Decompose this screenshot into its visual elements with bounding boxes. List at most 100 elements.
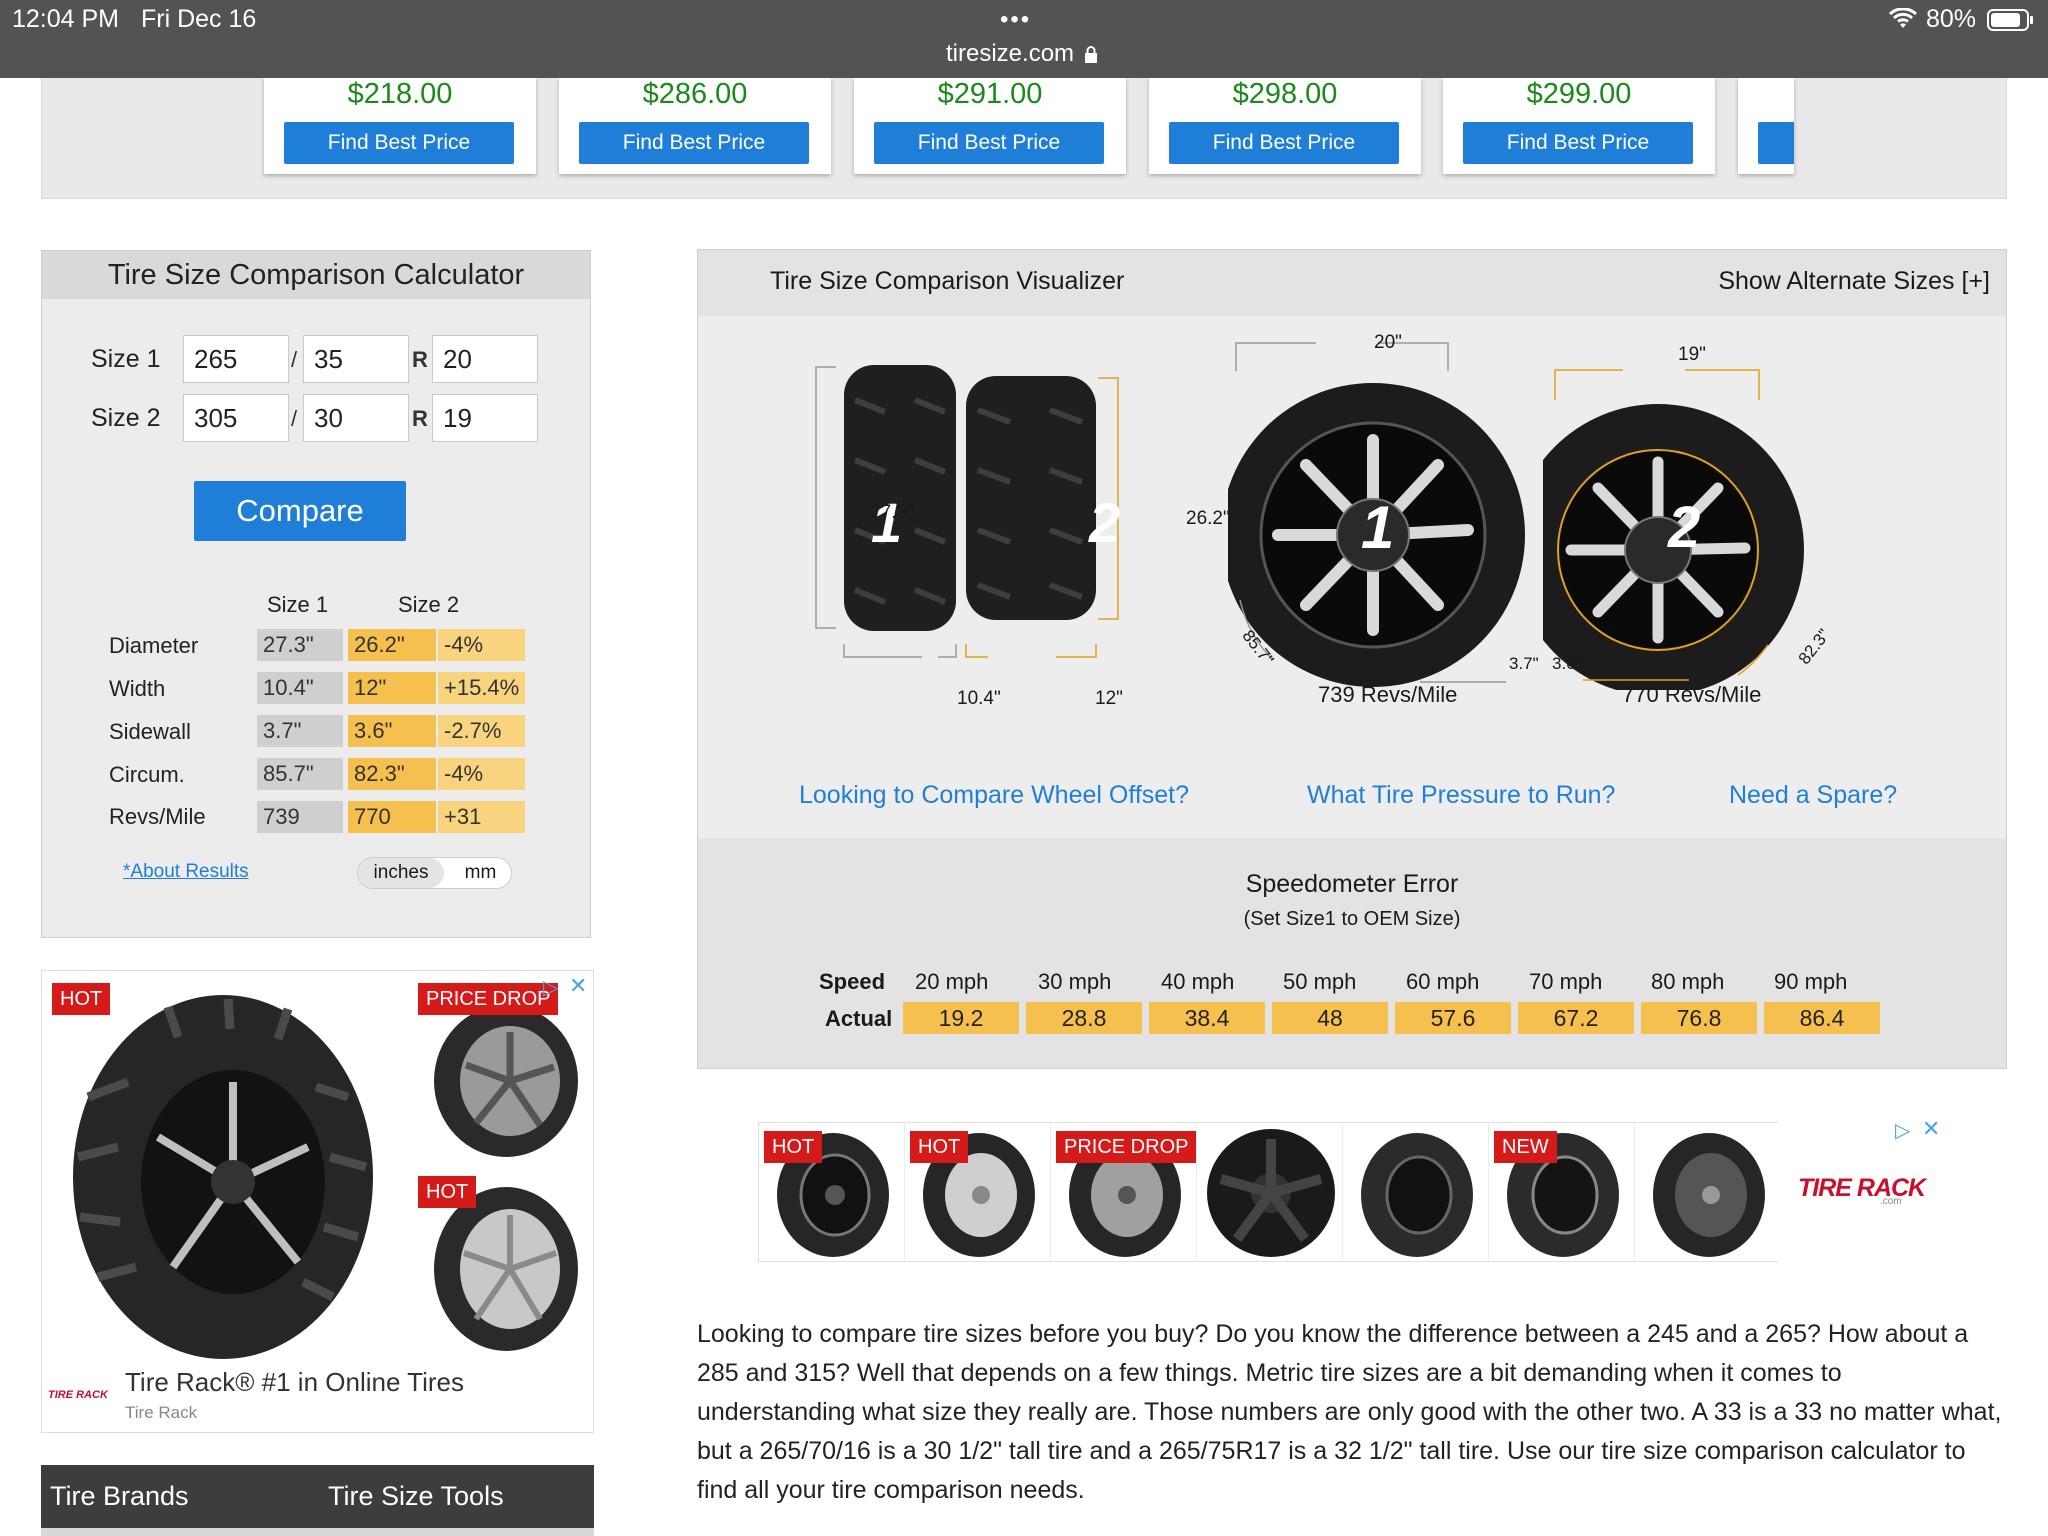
adchoices-icon[interactable]: ▷ — [543, 975, 558, 1000]
ad-tire-image[interactable] — [48, 977, 409, 1367]
size1-width: 10.4" — [257, 672, 343, 704]
side-height-2: 26.2" — [1186, 508, 1230, 529]
close-ad-icon[interactable]: ✕ — [1922, 1116, 1940, 1142]
find-best-price-button[interactable]: Find Best Price — [1463, 122, 1693, 164]
slash-separator: / — [291, 347, 298, 372]
row-label-diameter: Diameter — [109, 633, 199, 658]
row-label-sidewall: Sidewall — [109, 719, 191, 744]
find-best-price-button[interactable]: Find Best Price — [874, 122, 1104, 164]
size1-label: Size 1 — [91, 345, 161, 373]
actual-speed-cell: 19.2 — [903, 1002, 1019, 1034]
speed-value: 80 mph — [1651, 969, 1725, 994]
tire-size-calculator: Tire Size Comparison Calculator Size 1 2… — [41, 250, 591, 938]
calculator-title: Tire Size Comparison Calculator — [42, 251, 590, 299]
speed-value: 60 mph — [1406, 969, 1480, 994]
size2-width: 12" — [348, 672, 436, 704]
compare-wheel-offset-link[interactable]: Looking to Compare Wheel Offset? — [799, 781, 1189, 810]
ad-product-tile[interactable] — [1197, 1123, 1343, 1261]
multitask-dots[interactable]: ••• — [1000, 6, 1031, 34]
tab-underline — [41, 1528, 339, 1536]
side-width-1: 10.4" — [957, 688, 1001, 709]
size2-circumference: 82.3" — [348, 758, 436, 790]
compare-button[interactable]: Compare — [194, 481, 406, 541]
tire2-number: 2 — [1089, 491, 1121, 554]
speed-value: 30 mph — [1038, 969, 1112, 994]
close-ad-icon[interactable]: ✕ — [569, 973, 587, 999]
size2-width-input[interactable]: 305 — [183, 394, 289, 442]
wheel1-view — [1221, 335, 1568, 695]
actual-speed-cell: 57.6 — [1395, 1002, 1511, 1034]
tire-rack-logo: TIRE RACK — [48, 1389, 108, 1401]
hot-badge: HOT — [418, 1176, 477, 1208]
column-size1: Size 1 — [267, 592, 329, 617]
lock-icon — [1084, 46, 1098, 69]
status-time: 12:04 PM — [12, 5, 120, 33]
unit-mm[interactable]: mm — [453, 858, 508, 888]
size1-diameter: 27.3" — [257, 629, 343, 661]
side-height-1: 27.3" — [870, 502, 914, 523]
actual-speed-cell: 86.4 — [1764, 1002, 1880, 1034]
speed-value: 20 mph — [915, 969, 989, 994]
price-card: $218.00 Find Best Price — [264, 78, 536, 174]
ad-left[interactable]: HOT PRICE DROP ▷ ✕ HOT TIRE RACK Tire Ra… — [41, 970, 594, 1433]
size2-rim-input[interactable]: 19 — [432, 394, 538, 442]
adchoices-icon[interactable]: ▷ — [1895, 1118, 1910, 1143]
description-paragraph: Looking to compare tire sizes before you… — [697, 1320, 2002, 1504]
diff-width: +15.4% — [438, 672, 525, 704]
price-drop-badge: PRICE DROP — [418, 983, 559, 1015]
ad-strip[interactable]: HOT HOT PRICE DROP NEW — [758, 1122, 1780, 1262]
find-best-price-button[interactable]: Find Best Price — [579, 122, 809, 164]
wheel1-number: 1 — [1361, 494, 1395, 561]
find-best-price-button-partial[interactable] — [1758, 122, 1794, 164]
need-spare-link[interactable]: Need a Spare? — [1729, 781, 1897, 810]
size1-circumference: 85.7" — [257, 758, 343, 790]
hot-badge: HOT — [764, 1131, 823, 1163]
actual-speed-cell: 38.4 — [1149, 1002, 1265, 1034]
show-alternate-sizes-link[interactable]: Show Alternate Sizes [+] — [1718, 267, 1990, 296]
tire-size-tools-label: Tire Size Tools — [328, 1481, 504, 1511]
wheel1-revs: 739 Revs/Mile — [1318, 682, 1458, 707]
price-value: $286.00 — [642, 78, 748, 110]
speedometer-title: Speedometer Error — [1245, 870, 1459, 898]
price-strip: $218.00 Find Best Price $286.00 Find Bes… — [41, 78, 2007, 199]
price-card: $298.00 Find Best Price — [1149, 78, 1421, 174]
tire-size-tools-tab[interactable]: Tire Size Tools — [319, 1465, 594, 1536]
hot-badge: HOT — [52, 983, 111, 1015]
about-results-link[interactable]: *About Results — [123, 861, 249, 883]
row-label-width: Width — [109, 676, 166, 701]
tire-brands-tab[interactable]: Tire Brands — [41, 1465, 339, 1536]
column-size2: Size 2 — [398, 592, 460, 617]
price-card: $291.00 Find Best Price — [854, 78, 1126, 174]
find-best-price-button[interactable]: Find Best Price — [284, 122, 514, 164]
wheel2-revs: 770 Revs/Mile — [1622, 682, 1762, 707]
status-bar: 12:04 PM Fri Dec 16 ••• tiresize.com 80% — [0, 0, 2048, 78]
url-field[interactable]: tiresize.com — [946, 40, 1074, 68]
side-width-2: 12" — [1095, 688, 1123, 709]
ad-headline[interactable]: Tire Rack® #1 in Online Tires — [125, 1367, 464, 1398]
tire-rack-logo[interactable]: TIRE RACK — [1798, 1174, 1926, 1203]
actual-label: Actual — [825, 1006, 893, 1031]
new-badge: NEW — [1494, 1131, 1557, 1163]
row-label-circumference: Circum. — [109, 762, 185, 787]
diff-circumference: -4% — [438, 758, 525, 790]
wheel2-sidewall: 3.6" — [1552, 654, 1582, 673]
unit-inches[interactable]: inches — [358, 858, 444, 888]
battery-percent: 80% — [1926, 5, 1977, 33]
find-best-price-button[interactable]: Find Best Price — [1169, 122, 1399, 164]
unit-toggle[interactable]: inches mm — [357, 857, 512, 889]
price-value: $291.00 — [937, 78, 1043, 110]
tire-pressure-link[interactable]: What Tire Pressure to Run? — [1307, 781, 1615, 810]
size2-ratio-input[interactable]: 30 — [303, 394, 409, 442]
ad-product-tile[interactable] — [1343, 1123, 1489, 1261]
speed-label: Speed — [819, 969, 886, 994]
price-value: $298.00 — [1232, 78, 1338, 110]
size1-width-input[interactable]: 265 — [183, 335, 289, 383]
size1-rim-input[interactable]: 20 — [432, 335, 538, 383]
ad-source: Tire Rack — [125, 1403, 198, 1422]
row-label-revs: Revs/Mile — [109, 804, 206, 829]
ad-product-tile[interactable] — [1635, 1123, 1780, 1261]
diff-revs: +31 — [438, 801, 525, 833]
size1-ratio-input[interactable]: 35 — [303, 335, 409, 383]
size1-sidewall: 3.7" — [257, 715, 343, 747]
r-separator: R — [412, 406, 428, 431]
